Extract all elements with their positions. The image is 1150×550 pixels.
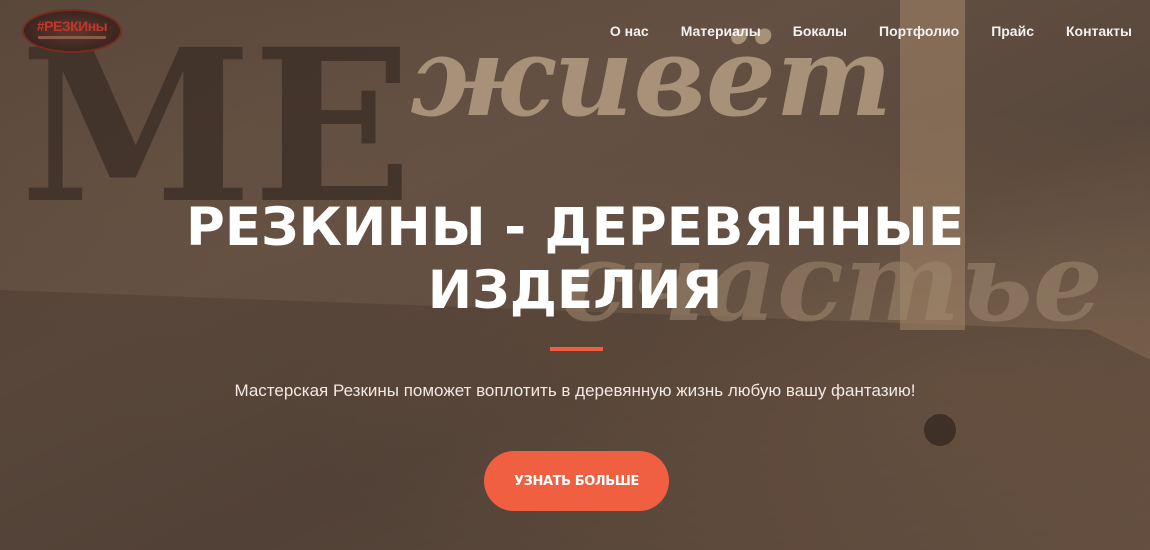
nav-link-contacts[interactable]: Контакты <box>1066 23 1132 39</box>
hero-title: Резкины - деревянные изделия <box>0 196 1150 322</box>
hero-subtitle: Мастерская Резкины поможет воплотить в д… <box>234 381 916 400</box>
logo-tagline-stroke <box>38 36 106 39</box>
main-nav: О нас Материалы Бокалы Портфолио Прайс К… <box>610 23 1132 39</box>
hero-title-line-2: изделия <box>427 260 723 321</box>
hero-title-line-1: Резкины - деревянные <box>185 197 965 258</box>
nav-link-glasses[interactable]: Бокалы <box>793 23 847 39</box>
nav-link-price[interactable]: Прайс <box>991 23 1034 39</box>
nav-link-materials[interactable]: Материалы <box>681 23 761 39</box>
title-divider <box>550 347 603 351</box>
site-logo[interactable]: #РЕЗКИны <box>22 9 122 53</box>
logo-text: #РЕЗКИны <box>36 18 108 34</box>
nav-link-about[interactable]: О нас <box>610 23 649 39</box>
learn-more-button[interactable]: УЗНАТЬ БОЛЬШЕ <box>484 451 669 511</box>
nav-link-portfolio[interactable]: Портфолио <box>879 23 959 39</box>
